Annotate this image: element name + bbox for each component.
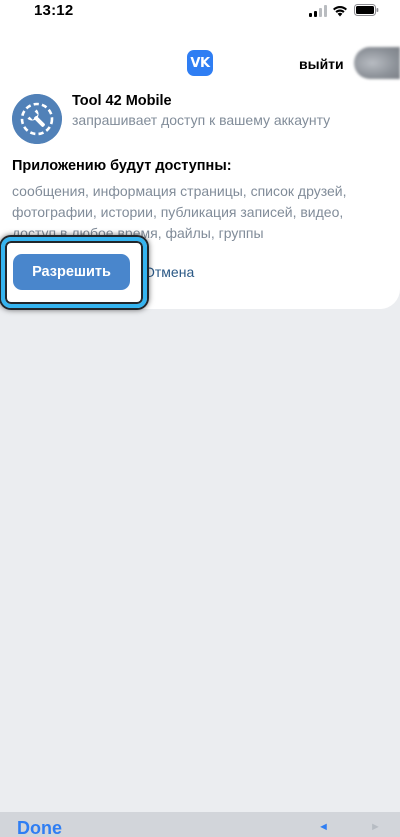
- auth-sheet: 13:12 VK выйти Tool 42 Mobile запрашивае…: [0, 0, 400, 309]
- permissions-list: сообщения, информация страницы, список д…: [12, 183, 347, 241]
- cellular-signal-icon: [309, 5, 327, 17]
- status-bar: 13:12: [0, 0, 400, 24]
- keyboard-toolbar: Done ◄ ►: [0, 812, 400, 837]
- wrench-icon: [12, 94, 62, 144]
- user-avatar[interactable]: [354, 47, 400, 79]
- done-button[interactable]: Done: [17, 818, 62, 837]
- cancel-link[interactable]: Отмена: [144, 264, 194, 280]
- logout-link[interactable]: выйти: [299, 56, 344, 72]
- header: VK выйти: [0, 46, 400, 82]
- wifi-icon: [333, 6, 347, 17]
- battery-icon: [354, 4, 379, 16]
- app-access-subtitle: запрашивает доступ к вашему аккаунту: [72, 112, 331, 128]
- app-name: Tool 42 Mobile: [72, 93, 172, 109]
- vk-logo-icon: VK: [187, 50, 213, 76]
- next-arrow-icon[interactable]: ►: [370, 821, 381, 833]
- status-time: 13:12: [34, 2, 74, 19]
- screen: 13:12 VK выйти Tool 42 Mobile запрашивае…: [0, 0, 400, 837]
- previous-arrow-icon[interactable]: ◄: [318, 821, 329, 833]
- permissions-title: Приложению будут доступны:: [12, 158, 232, 174]
- allow-button[interactable]: Разрешить: [13, 254, 130, 290]
